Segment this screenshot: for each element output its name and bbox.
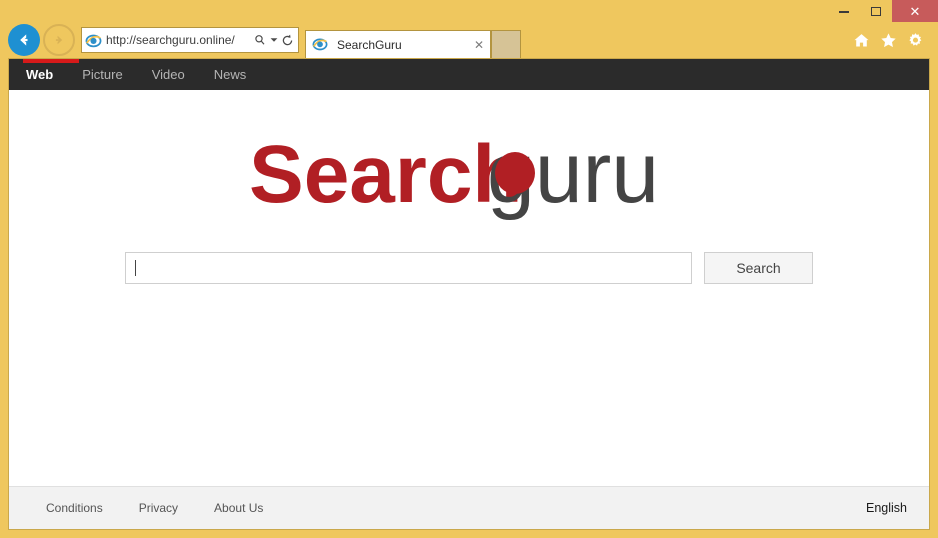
maximize-icon [871,6,881,16]
svg-text:Search: Search [249,130,523,220]
chevron-down-icon[interactable] [268,37,279,43]
close-window-button[interactable]: ✕ [892,0,938,22]
back-button[interactable] [8,24,40,56]
search-button[interactable]: Search [704,252,813,284]
tab-close-icon[interactable]: ✕ [472,38,486,52]
settings-gear-icon[interactable] [906,31,924,49]
favorites-star-icon[interactable] [879,31,897,49]
footer-link-privacy[interactable]: Privacy [139,501,178,515]
browser-tool-icons [852,31,932,49]
minimize-button[interactable] [828,0,860,22]
home-icon[interactable] [852,31,870,49]
browser-tab[interactable]: SearchGuru ✕ [305,30,491,58]
maximize-button[interactable] [860,0,892,22]
minimize-icon [839,11,849,13]
nav-item-video[interactable]: Video [152,67,185,82]
forward-button[interactable] [43,24,75,56]
nav-item-web[interactable]: Web [26,67,53,82]
tab-title: SearchGuru [337,37,402,52]
title-bar: ✕ [0,0,938,22]
footer-link-conditions[interactable]: Conditions [46,501,103,515]
search-input[interactable] [136,260,691,276]
new-tab-button[interactable] [491,30,521,58]
nav-item-picture[interactable]: Picture [82,67,122,82]
address-bar[interactable]: http://searchguru.online/ [81,27,299,53]
url-text: http://searchguru.online/ [106,33,235,47]
page-content: Search guru Search Conditions Privacy Ab… [9,90,929,529]
site-navigation: Web Picture Video News [9,59,929,90]
searchguru-logo: Search guru [249,130,689,226]
nav-item-news[interactable]: News [214,67,247,82]
browser-toolbar: http://searchguru.online/ SearchGuru ✕ [0,22,938,58]
refresh-icon[interactable] [279,34,296,47]
page-viewport: Web Picture Video News Search guru Searc… [8,58,930,530]
tab-favicon-internet-explorer-icon [312,36,329,53]
magnifier-icon[interactable] [251,34,268,46]
back-arrow-icon [20,34,28,46]
internet-explorer-icon [85,32,102,49]
footer-link-about-us[interactable]: About Us [214,501,263,515]
forward-arrow-icon [55,35,63,45]
search-row: Search [125,252,813,284]
browser-window: ✕ http://searchguru.online/ SearchGuru ✕… [0,0,938,538]
page-footer: Conditions Privacy About Us English [9,486,929,529]
logo-wordmark: Search guru [249,130,659,221]
footer-language-selector[interactable]: English [866,501,907,515]
search-input-wrapper[interactable] [125,252,692,284]
